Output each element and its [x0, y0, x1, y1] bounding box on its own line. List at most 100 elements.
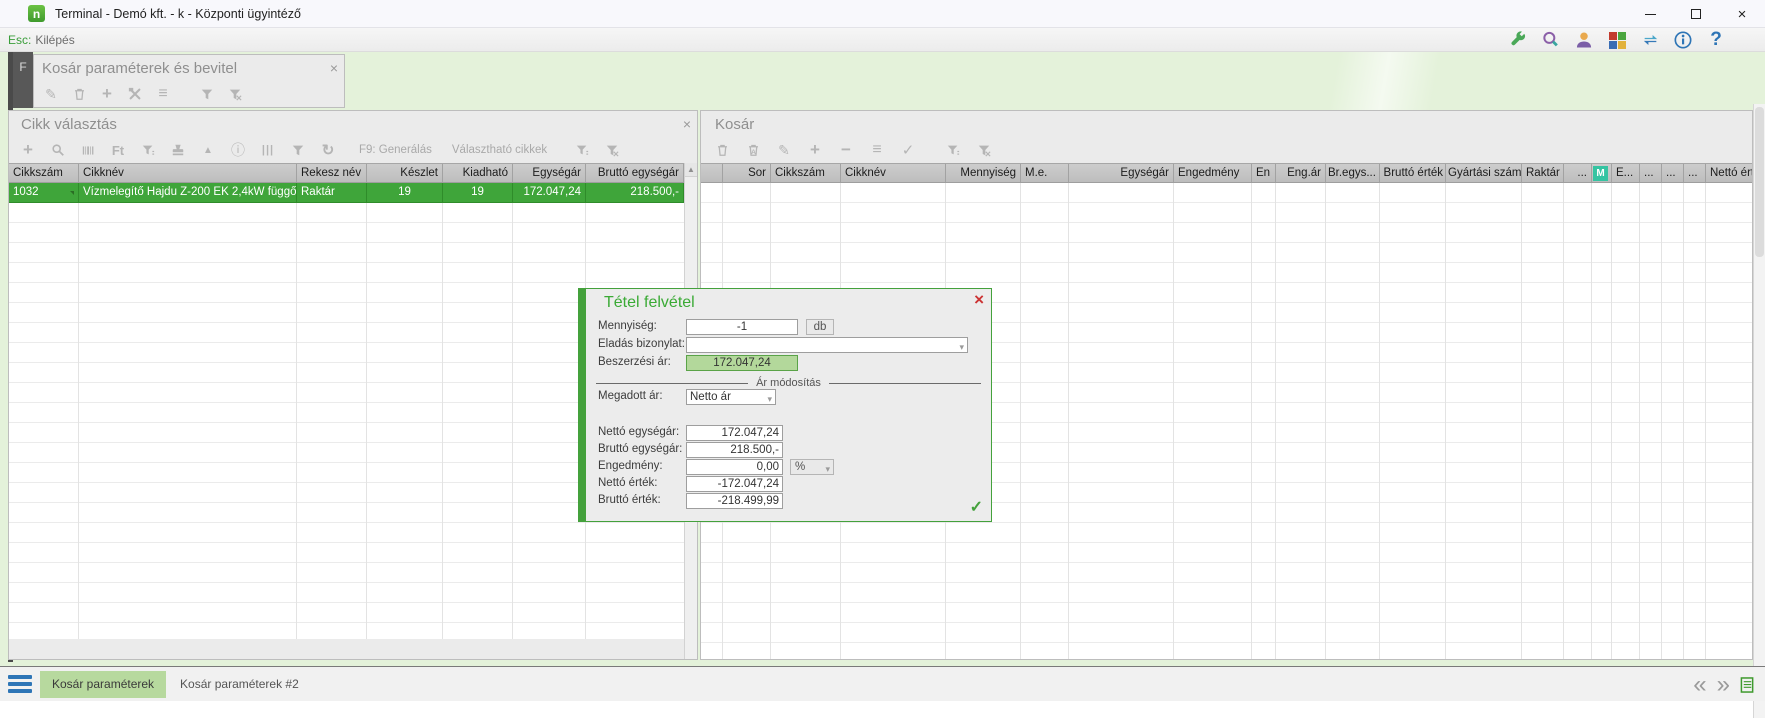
netto-egysegar-input[interactable]: 172.047,24 [686, 425, 783, 441]
nav-prev-icon[interactable]: « [1693, 673, 1706, 697]
column-header[interactable]: ... [1662, 164, 1684, 182]
engedmeny-input[interactable]: 0,00 [686, 459, 783, 475]
esc-action-exit[interactable]: Kilépés [35, 33, 74, 47]
delete-icon[interactable] [70, 86, 88, 102]
remove-icon[interactable]: − [837, 142, 855, 158]
nav-next-icon[interactable]: » [1717, 673, 1730, 697]
column-header[interactable]: Bruttó érték [1380, 164, 1446, 182]
maximize-button[interactable] [1673, 0, 1719, 28]
minimize-button[interactable] [1627, 0, 1673, 28]
column-header[interactable]: Engedmény [1174, 164, 1252, 182]
filter-icon[interactable] [573, 142, 591, 158]
refresh-icon[interactable]: ↻ [319, 142, 337, 158]
column-header[interactable]: Rekesz név [297, 164, 367, 182]
info-icon[interactable]: ⓘ [229, 142, 247, 158]
collapsed-panel-tab[interactable]: F [13, 52, 33, 108]
table-row-selected[interactable]: 1032 Vízmelegítő Hajdu Z-200 EK 2,4kW fü… [9, 183, 684, 203]
menu-icon[interactable] [8, 675, 32, 693]
apps-grid-icon[interactable] [1606, 29, 1628, 51]
beszerzesi-label: Beszerzési ár: [598, 356, 671, 368]
column-header[interactable]: Mennyiség [946, 164, 1021, 182]
column-header[interactable]: Eng.ár [1276, 164, 1326, 182]
column-header[interactable]: Cikkszám [771, 164, 841, 182]
column-header[interactable]: ... [1684, 164, 1706, 182]
column-header[interactable]: Gyártási szám [1446, 164, 1522, 182]
column-header[interactable]: Sor [723, 164, 771, 182]
info-icon[interactable] [1672, 29, 1694, 51]
filter-icon[interactable] [289, 142, 307, 158]
list-icon[interactable]: ≡ [154, 86, 172, 102]
params-panel-header: Kosár paraméterek és bevitel × [34, 55, 344, 81]
column-header[interactable]: Egységár [1069, 164, 1174, 182]
filter-icon[interactable] [198, 86, 216, 102]
cikk-panel-close-icon[interactable]: × [683, 117, 691, 131]
add-icon[interactable]: + [806, 142, 824, 158]
eladas-dropdown[interactable]: ▾ [686, 337, 968, 353]
column-header[interactable]: Cikknév [79, 164, 297, 182]
confirm-icon[interactable]: ✓ [899, 142, 917, 158]
search-icon[interactable] [49, 142, 67, 158]
column-header[interactable]: En [1252, 164, 1276, 182]
search-icon[interactable] [1540, 29, 1562, 51]
close-button[interactable]: × [1719, 0, 1765, 28]
edit-icon[interactable]: ✎ [775, 142, 793, 158]
add-icon[interactable]: + [98, 86, 116, 102]
filter-icon[interactable] [944, 142, 962, 158]
sort-up-icon[interactable]: ▲ [199, 142, 217, 158]
generate-label[interactable]: F9: Generálás [359, 144, 432, 156]
tab-kosar-parameterek[interactable]: Kosár paraméterek [40, 671, 166, 698]
barcode-icon[interactable] [79, 142, 97, 158]
field-row-megadott: Megadott ár: Netto ár ▾ [586, 389, 991, 405]
filter-small-icon[interactable] [139, 142, 157, 158]
add-icon[interactable]: + [19, 142, 37, 158]
column-header[interactable]: Cikknév [841, 164, 946, 182]
tab-kosar-parameterek-2[interactable]: Kosár paraméterek #2 [168, 671, 311, 698]
filter-off-icon[interactable] [975, 142, 993, 158]
window-scrollbar[interactable] [1753, 104, 1765, 718]
column-header[interactable]: Készlet [367, 164, 443, 182]
dialog-confirm-icon[interactable]: ✓ [970, 497, 983, 517]
megadott-dropdown[interactable]: Netto ár ▾ [686, 389, 776, 405]
column-header[interactable]: M.e. [1021, 164, 1069, 182]
tools-icon[interactable] [126, 86, 144, 102]
columns-icon[interactable]: ||| [259, 142, 277, 158]
column-header[interactable]: ... [1640, 164, 1662, 182]
dialog-close-icon[interactable]: × [974, 291, 984, 308]
params-panel-close-icon[interactable]: × [330, 61, 338, 75]
column-header[interactable]: Br.egys... [1326, 164, 1380, 182]
currency-ft-icon[interactable]: Ft [109, 142, 127, 158]
column-header[interactable]: Kiadható [443, 164, 513, 182]
scrollbar-thumb[interactable] [1755, 107, 1764, 257]
user-icon[interactable] [1573, 29, 1595, 51]
mennyiseg-input[interactable]: -1 [686, 319, 798, 335]
delete-icon[interactable] [713, 142, 731, 158]
filter-off-icon[interactable] [603, 142, 621, 158]
column-header[interactable]: Nettó ért [1706, 164, 1752, 182]
filter-off-icon[interactable] [226, 86, 244, 102]
engedmeny-unit-dropdown[interactable]: % ▾ [790, 459, 834, 475]
column-header-m[interactable]: M [1592, 164, 1612, 182]
list-icon[interactable]: ≡ [868, 142, 886, 158]
brutto-egysegar-input[interactable]: 218.500,- [686, 442, 783, 458]
m-badge: M [1593, 166, 1608, 181]
netto-ertek-input[interactable]: -172.047,24 [686, 476, 783, 492]
transfer-icon[interactable] [1639, 29, 1661, 51]
column-header[interactable]: Egységár [513, 164, 586, 182]
brutto-ertek-input[interactable]: -218.499,99 [686, 493, 783, 509]
help-icon[interactable]: ? [1705, 29, 1727, 51]
params-panel: Kosár paraméterek és bevitel × ✎ + ≡ [33, 54, 345, 108]
cikk-panel-title: Cikk választás [21, 116, 117, 133]
selectable-items-label[interactable]: Választható cikkek [452, 144, 547, 156]
scroll-up-icon[interactable]: ▲ [685, 163, 697, 177]
stamp-icon[interactable] [169, 142, 187, 158]
edit-icon[interactable]: ✎ [42, 86, 60, 102]
chevron-down-icon: ▾ [825, 462, 830, 476]
delete-all-icon[interactable]: A [744, 142, 762, 158]
column-header[interactable]: Cikkszám [9, 164, 79, 182]
column-header[interactable]: Raktár [1522, 164, 1564, 182]
column-header[interactable]: E... [1612, 164, 1640, 182]
document-icon[interactable] [1740, 676, 1755, 694]
column-header[interactable]: ... [1564, 164, 1592, 182]
wrench-icon[interactable] [1507, 29, 1529, 51]
column-header[interactable]: Bruttó egységár [586, 164, 684, 182]
